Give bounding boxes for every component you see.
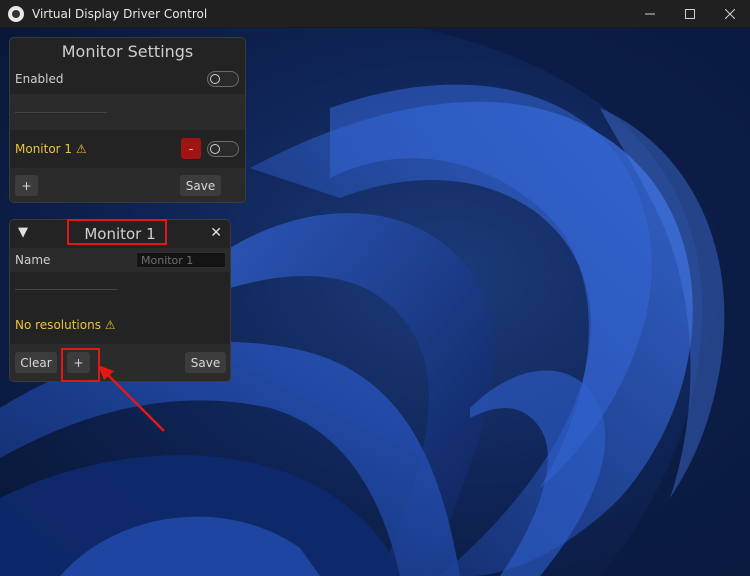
window-title: Virtual Display Driver Control	[32, 6, 208, 21]
monitor-label: Monitor 1 ⚠	[15, 142, 87, 156]
add-monitor-button[interactable]: +	[15, 175, 38, 196]
no-resolutions-row: No resolutions ⚠	[10, 306, 230, 344]
monitor-panel-title: Monitor 1	[84, 225, 156, 243]
maximize-icon	[685, 9, 695, 19]
monitor-enabled-toggle[interactable]	[207, 141, 239, 157]
no-resolutions-text: No resolutions	[15, 318, 101, 332]
monitor-row: Monitor 1 ⚠ -	[10, 130, 245, 168]
name-row: Name Monitor 1	[10, 248, 230, 272]
enabled-label: Enabled	[15, 72, 64, 86]
minimize-button[interactable]	[630, 0, 670, 28]
close-button[interactable]	[710, 0, 750, 28]
maximize-button[interactable]	[670, 0, 710, 28]
enabled-row: Enabled	[10, 64, 245, 94]
monitor-footer-row: Clear + Save	[10, 344, 230, 381]
warning-icon: ⚠	[75, 142, 87, 156]
separator-line	[15, 112, 107, 113]
warning-icon: ⚠	[104, 318, 116, 332]
save-monitor-button[interactable]: Save	[185, 352, 226, 373]
toggle-knob	[210, 144, 220, 154]
remove-monitor-button[interactable]: -	[181, 138, 201, 159]
settings-footer-row: + Save	[10, 168, 245, 202]
separator-line	[15, 289, 118, 290]
monitor-name-text: Monitor 1	[15, 142, 73, 156]
monitor-name-input[interactable]: Monitor 1	[136, 252, 226, 268]
resolution-separator-row	[10, 272, 230, 306]
monitor-panel-header: ▼ Monitor 1 ✕	[10, 220, 230, 248]
toggle-knob	[210, 74, 220, 84]
title-bar: Virtual Display Driver Control	[0, 0, 750, 28]
monitor-1-panel: ▼ Monitor 1 ✕ Name Monitor 1 No resoluti…	[9, 219, 231, 382]
clear-resolutions-button[interactable]: Clear	[15, 352, 57, 373]
window-controls	[630, 0, 750, 28]
collapse-icon[interactable]: ▼	[18, 225, 28, 240]
close-icon	[725, 9, 735, 19]
monitor-settings-title: Monitor Settings	[61, 41, 194, 61]
monitor-settings-panel: Monitor Settings Enabled Monitor 1 ⚠ - +…	[9, 37, 246, 203]
name-label: Name	[15, 253, 51, 267]
add-resolution-button[interactable]: +	[67, 352, 90, 373]
settings-separator-row	[10, 94, 245, 130]
no-resolutions-label: No resolutions ⚠	[15, 318, 116, 332]
enabled-toggle[interactable]	[207, 71, 239, 87]
close-panel-icon[interactable]: ✕	[210, 225, 222, 241]
save-settings-button[interactable]: Save	[180, 175, 221, 196]
minimize-icon	[645, 13, 655, 15]
app-icon	[8, 5, 24, 22]
